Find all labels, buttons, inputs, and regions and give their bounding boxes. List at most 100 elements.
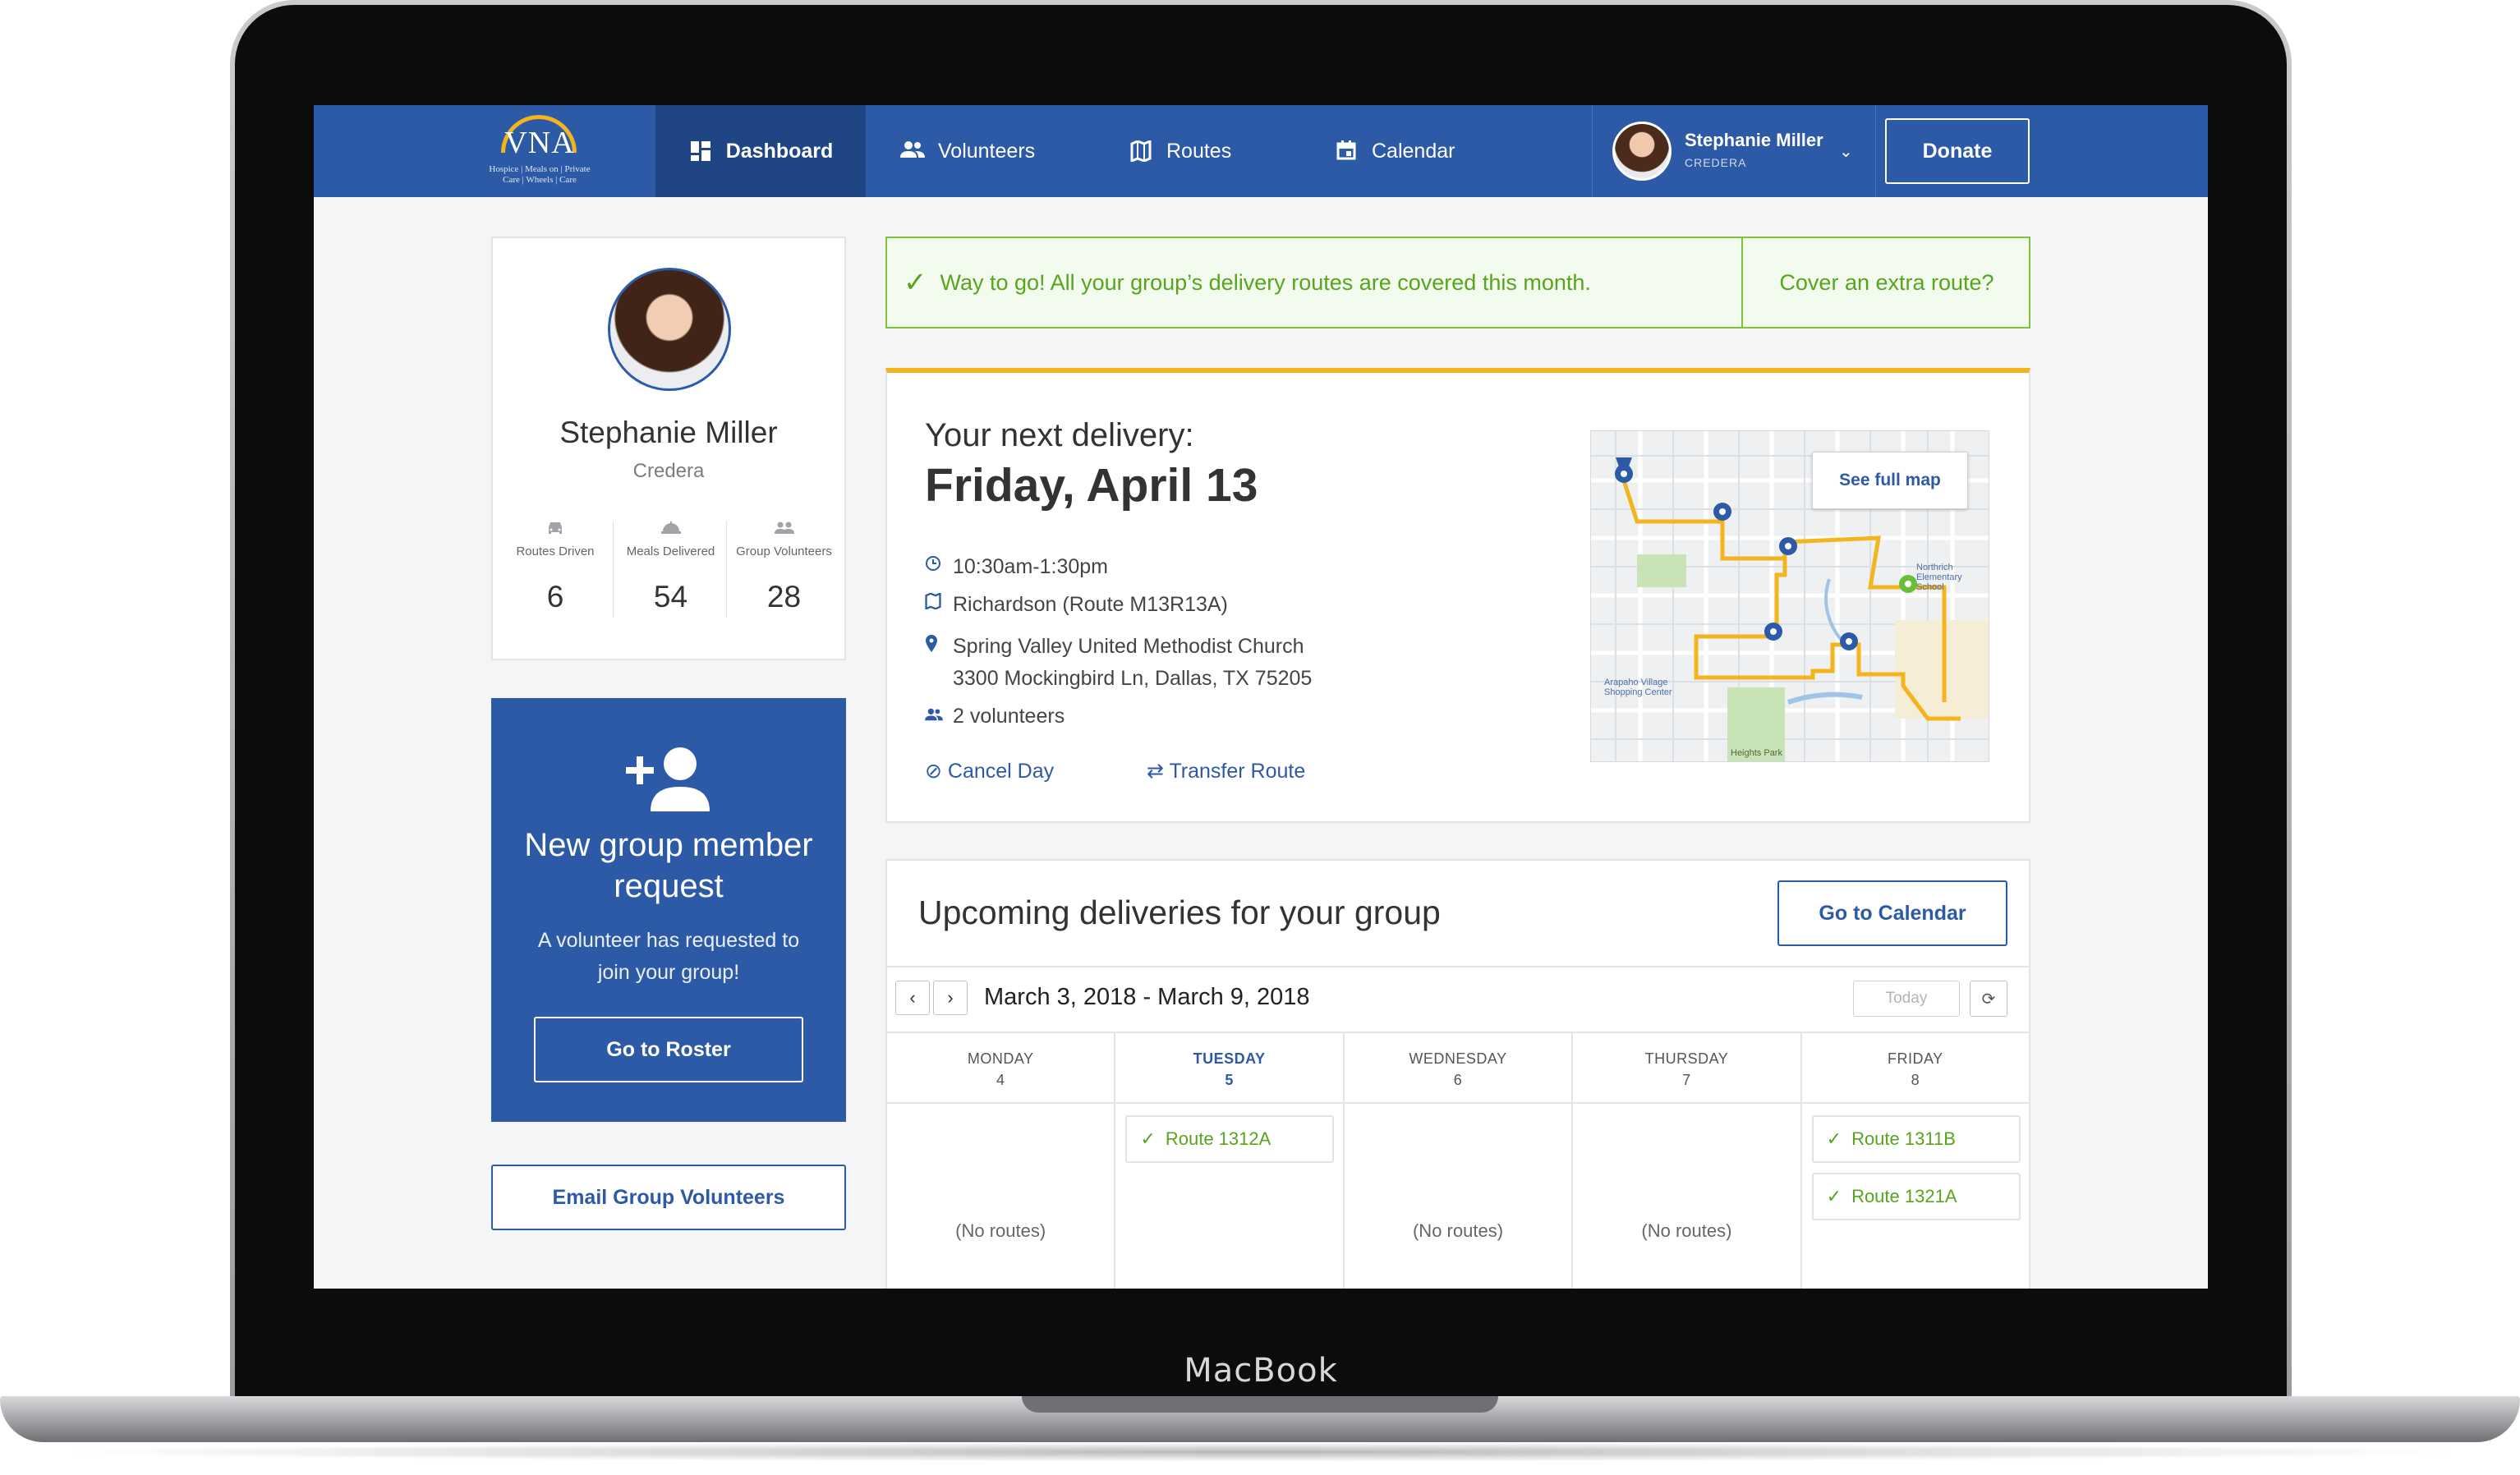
profile-card: Stephanie Miller Credera Routes Driven 6…	[491, 237, 846, 660]
go-to-calendar-button[interactable]: Go to Calendar	[1777, 880, 2007, 946]
delivery-heading: Your next delivery:	[925, 417, 1194, 453]
day-column-wednesday: WEDNESDAY 6 (No routes)	[1344, 1033, 1574, 1289]
app-screen: VNA Hospice | Meals on | Private Care | …	[314, 105, 2208, 1289]
day-header: THURSDAY 7	[1573, 1033, 1800, 1104]
next-delivery-card: Your next delivery: Friday, April 13 10:…	[885, 368, 2030, 823]
add-user-icon	[626, 746, 711, 811]
banner-text: Way to go! All your group’s delivery rou…	[940, 269, 1591, 295]
calendar-icon	[1334, 140, 1359, 162]
stat-label: Group Volunteers	[736, 545, 832, 558]
transfer-route-link[interactable]: ⇄ Transfer Route	[1147, 759, 1305, 783]
profile-org: Credera	[632, 460, 705, 482]
location-pin-icon	[925, 631, 953, 663]
location-address: 3300 Mockingbird Ln, Dallas, TX 75205	[953, 667, 1313, 690]
day-header: TUESDAY 5	[1115, 1033, 1343, 1104]
nav-item-label: Volunteers	[938, 139, 1036, 163]
cancel-icon: ⊘	[925, 760, 942, 783]
upcoming-deliveries-card: Upcoming deliveries for your group Go to…	[885, 859, 2030, 1289]
route-chip-label: Route 1321A	[1851, 1186, 1957, 1206]
delivery-volunteers: 2 volunteers	[953, 705, 1065, 728]
people-icon	[925, 705, 953, 726]
stat-meals-delivered: Meals Delivered 54	[613, 521, 728, 618]
day-name: TUESDAY	[1193, 1050, 1266, 1067]
laptop-shadow	[49, 1442, 2471, 1462]
nav-item-volunteers[interactable]: Volunteers	[900, 105, 1035, 197]
user-menu[interactable]: Stephanie Miller CREDERA ⌄	[1592, 105, 1876, 197]
day-number: 6	[1453, 1072, 1463, 1088]
email-group-volunteers-button[interactable]: Email Group Volunteers	[491, 1165, 846, 1230]
see-full-map-button[interactable]: See full map	[1812, 452, 1968, 509]
chevron-down-icon: ⌄	[1839, 143, 1853, 161]
user-name: Stephanie Miller	[1685, 130, 1823, 150]
nav-item-dashboard[interactable]: Dashboard	[655, 105, 866, 197]
stat-value: 28	[766, 580, 802, 613]
no-routes-label: (No routes)	[1641, 1220, 1732, 1241]
previous-week-button[interactable]: ‹	[895, 981, 930, 1015]
laptop-notch	[1022, 1396, 1498, 1413]
delivery-date: Friday, April 13	[925, 459, 1258, 512]
delivery-time-row: 10:30am-1:30pm	[925, 555, 1108, 579]
week-toolbar: ‹ › March 3, 2018 - March 9, 2018 Today …	[887, 966, 2029, 1033]
day-number: 5	[1225, 1072, 1234, 1088]
user-org: CREDERA	[1685, 156, 1747, 169]
location-name: Spring Valley United Methodist Church	[953, 635, 1304, 658]
day-column-thursday: THURSDAY 7 (No routes)	[1573, 1033, 1802, 1289]
route-map-icon	[925, 592, 953, 614]
map-label-park: Heights Park	[1731, 748, 1782, 758]
go-to-roster-button[interactable]: Go to Roster	[534, 1017, 803, 1082]
day-number: 4	[996, 1072, 1005, 1088]
vna-logo[interactable]: VNA Hospice | Meals on | Private Care | …	[486, 110, 593, 192]
device-brand-label: MacBook	[1184, 1352, 1338, 1390]
map-label-school: Northrich Elementary School	[1916, 563, 1962, 592]
route-chip-label: Route 1312A	[1165, 1128, 1271, 1149]
profile-name: Stephanie Miller	[559, 416, 778, 449]
stat-group-volunteers: Group Volunteers 28	[726, 521, 841, 618]
day-number: 7	[1682, 1072, 1691, 1088]
map-label-shopping-center: Arapaho Village Shopping Center	[1604, 678, 1672, 697]
delivery-time: 10:30am-1:30pm	[953, 555, 1109, 578]
day-column-tuesday: TUESDAY 5 ✓ Route 1312A	[1115, 1033, 1345, 1289]
day-column-monday: MONDAY 4 (No routes)	[887, 1033, 1116, 1289]
logo-tagline: Hospice | Meals on | Private Care | Whee…	[489, 164, 591, 185]
top-navigation: VNA Hospice | Meals on | Private Care | …	[314, 105, 2208, 197]
delivery-route: Richardson (Route M13R13A)	[953, 593, 1228, 616]
logo-wordmark: VNA	[504, 126, 575, 160]
day-header: MONDAY 4	[887, 1033, 1115, 1104]
transfer-route-label: Transfer Route	[1169, 760, 1306, 783]
day-header: WEDNESDAY 6	[1344, 1033, 1572, 1104]
check-icon: ✓	[1826, 1128, 1842, 1149]
request-description: A volunteer has requested to join your g…	[537, 929, 800, 984]
check-icon: ✓	[1140, 1128, 1156, 1149]
cancel-day-link[interactable]: ⊘ Cancel Day	[925, 759, 1054, 783]
stat-label: Routes Driven	[516, 545, 595, 558]
next-week-button[interactable]: ›	[933, 981, 968, 1015]
nav-item-calendar[interactable]: Calendar	[1334, 105, 1455, 197]
stat-label: Meals Delivered	[626, 545, 715, 558]
refresh-icon[interactable]: ⟳	[1970, 981, 2007, 1017]
meal-icon	[614, 521, 728, 544]
day-header: FRIDAY 8	[1801, 1033, 2030, 1104]
today-button[interactable]: Today	[1853, 981, 1960, 1017]
car-icon	[498, 521, 613, 544]
delivery-volunteers-row: 2 volunteers	[925, 705, 1065, 728]
route-chip[interactable]: ✓ Route 1311B	[1811, 1115, 2021, 1163]
request-title: New group member request	[524, 827, 813, 904]
upcoming-title: Upcoming deliveries for your group	[918, 894, 1441, 931]
route-chip[interactable]: ✓ Route 1321A	[1811, 1173, 2021, 1220]
clock-icon	[925, 555, 953, 577]
route-chip[interactable]: ✓ Route 1312A	[1125, 1115, 1335, 1163]
day-column-friday: FRIDAY 8 ✓ Route 1311B ✓ Route 1321A	[1801, 1033, 2030, 1289]
nav-item-label: Dashboard	[725, 139, 834, 163]
routes-map-icon	[1129, 139, 1153, 163]
donate-button[interactable]: Donate	[1885, 118, 2030, 184]
cover-extra-route-link[interactable]: Cover an extra route?	[1743, 238, 2030, 327]
nav-item-routes[interactable]: Routes	[1129, 105, 1231, 197]
route-chip-label: Route 1311B	[1851, 1128, 1956, 1149]
delivery-location: Spring Valley United Methodist Church 33…	[953, 631, 1312, 695]
transfer-arrows-icon: ⇄	[1147, 760, 1164, 783]
user-avatar	[1612, 122, 1672, 181]
no-routes-label: (No routes)	[955, 1220, 1046, 1241]
delivery-location-row: Spring Valley United Methodist Church 33…	[925, 631, 1312, 695]
day-name: THURSDAY	[1644, 1050, 1729, 1067]
banner-message: ✓ Way to go! All your group’s delivery r…	[904, 238, 1591, 327]
